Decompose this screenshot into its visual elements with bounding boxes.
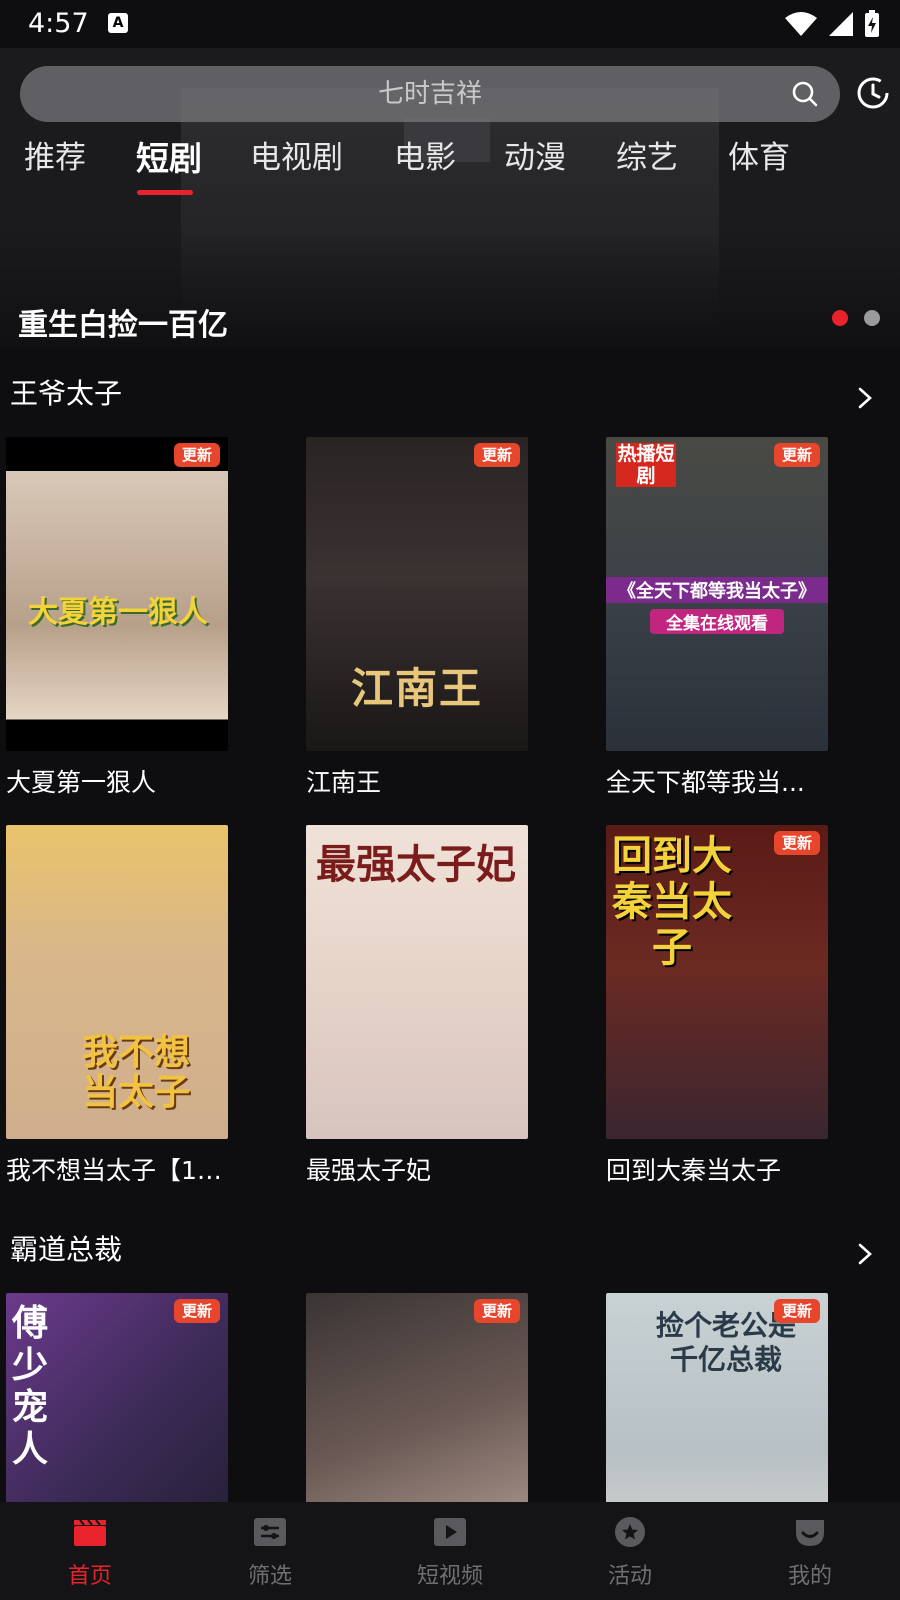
drama-card[interactable]: 回到大秦当太子 更新 回到大秦当太子: [606, 825, 828, 1187]
filter-icon: [254, 1518, 286, 1546]
poster-image: 回到大秦当太子 更新: [606, 825, 828, 1139]
nav-label: 首页: [67, 1564, 112, 1589]
tab-tv-series[interactable]: 电视剧: [250, 132, 343, 177]
tab-variety[interactable]: 综艺: [616, 132, 678, 177]
nav-label: 短视频: [416, 1564, 483, 1589]
wifi-icon: [785, 12, 817, 36]
poster-image: 热播短剧 《全天下都等我当太子》 全集在线观看 更新: [606, 437, 828, 751]
nav-short-video[interactable]: 短视频: [360, 1502, 540, 1600]
carousel-indicator: [832, 310, 880, 326]
tab-movie[interactable]: 电影: [394, 132, 456, 177]
card-title: 江南王: [306, 768, 382, 797]
update-badge: 更新: [473, 1299, 520, 1323]
nav-filter[interactable]: 筛选: [180, 1502, 360, 1600]
tab-short-drama[interactable]: 短剧: [136, 132, 202, 180]
nav-events[interactable]: 活动: [540, 1502, 720, 1600]
bottom-navigation: 首页 筛选 短视频 活动 我的: [0, 1502, 900, 1600]
star-icon: [615, 1517, 645, 1547]
nav-label: 筛选: [247, 1564, 292, 1589]
card-title: 我不想当太子【1-...: [6, 1156, 228, 1185]
nav-home[interactable]: 首页: [0, 1502, 180, 1600]
tab-recommend[interactable]: 推荐: [24, 132, 86, 177]
drama-card[interactable]: 我不想当太子 我不想当太子【1-...: [6, 825, 228, 1187]
status-bar: 4:57 A: [0, 0, 900, 48]
poster-image: 江南王 更新: [306, 437, 528, 751]
drama-card[interactable]: 最强太子妃 最强太子妃: [306, 825, 528, 1187]
play-icon: [434, 1518, 466, 1546]
category-tabs: 推荐 短剧 电视剧 电影 动漫 综艺 体育: [0, 132, 900, 196]
section-title: 霸道总裁: [10, 1233, 123, 1266]
active-tab-indicator: [137, 190, 193, 195]
update-badge: 更新: [773, 1299, 820, 1323]
history-icon[interactable]: [856, 76, 890, 110]
status-icons: [784, 10, 880, 38]
notification-icon: A: [108, 13, 128, 33]
battery-icon: [865, 10, 879, 37]
clapperboard-icon: [74, 1519, 106, 1546]
search-icon[interactable]: [792, 81, 818, 107]
card-title: 最强太子妃: [306, 1156, 432, 1185]
signal-icon: [829, 12, 853, 36]
search-placeholder: 七时吉祥: [377, 79, 482, 109]
update-badge: 更新: [173, 1299, 220, 1323]
drama-card[interactable]: 大夏第一狠人 更新 大夏第一狠人: [6, 437, 228, 799]
update-badge: 更新: [173, 443, 220, 467]
chevron-right-icon[interactable]: [854, 1243, 876, 1265]
update-badge: 更新: [473, 443, 520, 467]
poster-image: 大夏第一狠人 更新: [6, 437, 228, 751]
card-title: 回到大秦当太子: [606, 1156, 782, 1185]
poster-image: 我不想当太子: [6, 825, 228, 1139]
tab-anime[interactable]: 动漫: [504, 132, 566, 177]
search-bar[interactable]: 七时吉祥: [20, 66, 840, 122]
drama-card[interactable]: 江南王 更新 江南王: [306, 437, 528, 799]
chevron-right-icon[interactable]: [854, 387, 876, 409]
card-title: 大夏第一狠人: [6, 768, 157, 797]
section-title: 王爷太子: [10, 377, 123, 410]
carousel-dot-active: [832, 310, 848, 326]
card-title: 全天下都等我当...: [606, 768, 805, 797]
nav-label: 活动: [607, 1564, 652, 1589]
update-badge: 更新: [773, 831, 820, 855]
carousel-dot: [864, 310, 880, 326]
banner-title: 重生白捡一百亿: [18, 308, 228, 343]
nav-label: 我的: [787, 1564, 832, 1589]
nav-profile[interactable]: 我的: [720, 1502, 900, 1600]
update-badge: 更新: [773, 443, 820, 467]
drama-card[interactable]: 热播短剧 《全天下都等我当太子》 全集在线观看 更新 全天下都等我当...: [606, 437, 828, 799]
status-time: 4:57: [28, 8, 89, 39]
tab-sports[interactable]: 体育: [728, 132, 790, 177]
poster-image: 最强太子妃: [306, 825, 528, 1139]
profile-icon: [796, 1520, 824, 1546]
